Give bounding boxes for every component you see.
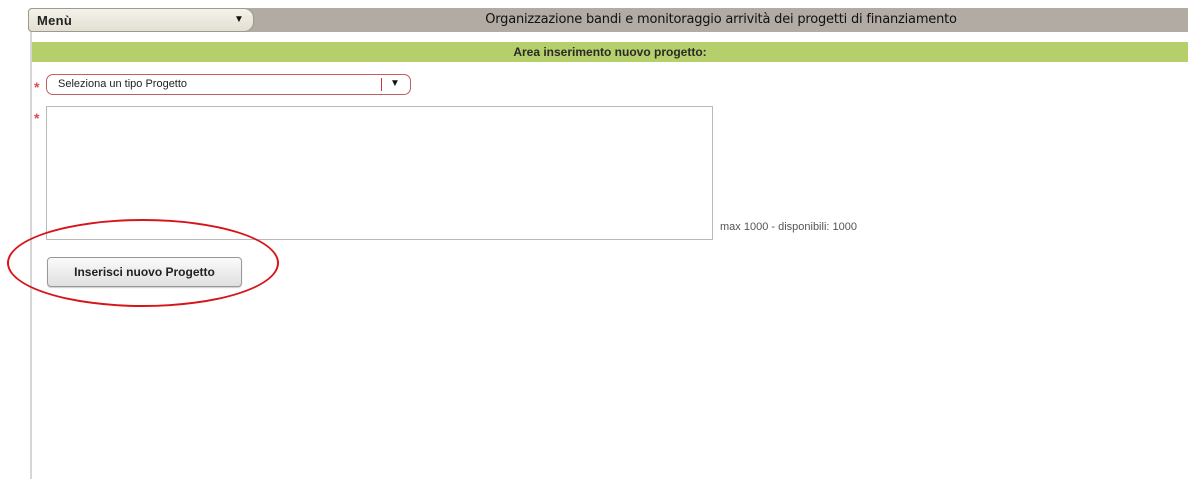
select-separator — [381, 78, 382, 91]
required-marker: * — [34, 110, 40, 126]
character-counter: max 1000 - disponibili: 1000 — [720, 221, 857, 233]
section-title: Area inserimento nuovo progetto: — [513, 45, 707, 59]
menu-label: Menù — [37, 13, 73, 28]
app-title: Organizzazione bandi e monitoraggio arri… — [485, 12, 957, 27]
triangle-down-icon[interactable]: ▼ — [390, 78, 400, 89]
project-type-selected-value: Seleziona un tipo Progetto — [58, 78, 188, 90]
insert-project-button[interactable]: Inserisci nuovo Progetto — [47, 257, 242, 287]
triangle-down-icon: ▼ — [234, 14, 244, 25]
required-marker: * — [34, 79, 40, 95]
top-bar: Menù ▼ Organizzazione bandi e monitoragg… — [28, 8, 1188, 32]
menu-dropdown-button[interactable]: Menù ▼ — [28, 8, 254, 32]
project-type-select[interactable]: Seleziona un tipo Progetto ▼ — [46, 74, 411, 95]
project-description-textarea[interactable] — [46, 106, 713, 240]
section-header: Area inserimento nuovo progetto: — [32, 42, 1188, 62]
left-divider — [30, 32, 32, 479]
